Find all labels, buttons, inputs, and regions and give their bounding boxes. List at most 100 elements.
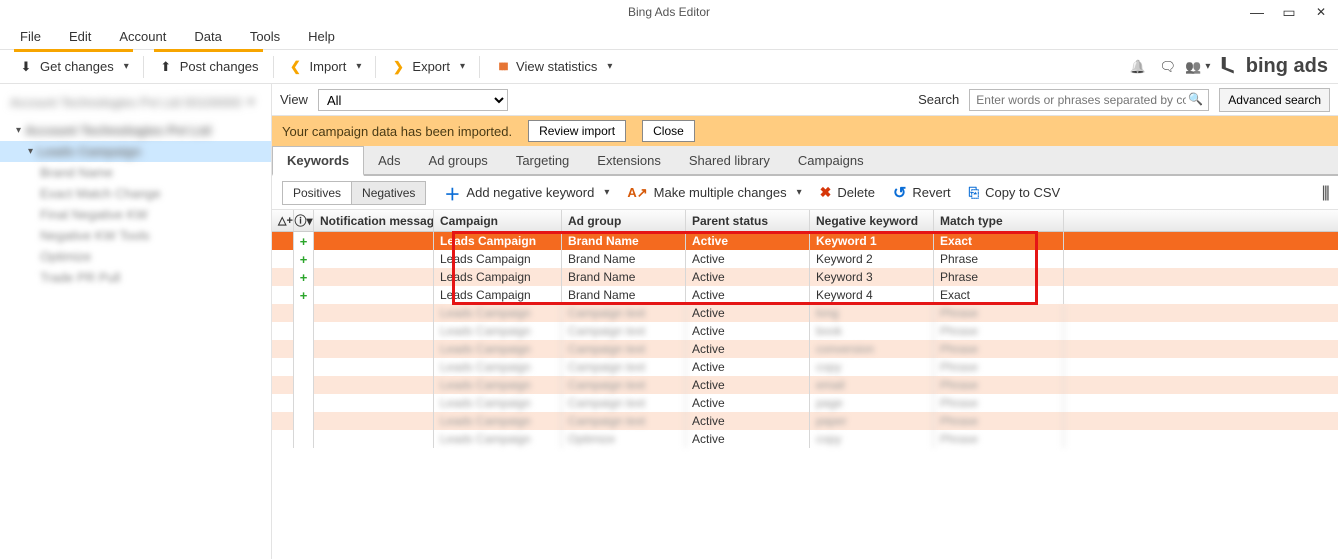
advanced-search-button[interactable]: Advanced search: [1219, 88, 1330, 112]
table-row[interactable]: +Leads CampaignBrand NameActiveKeyword 2…: [272, 250, 1338, 268]
row-parent-status: Active: [686, 394, 810, 412]
search-input[interactable]: [969, 89, 1209, 111]
row-delta: [272, 304, 294, 322]
row-notification: [314, 340, 434, 358]
col-parent-status[interactable]: Parent status: [686, 210, 810, 231]
separator: [375, 56, 376, 78]
chart-icon: [494, 59, 510, 75]
table-row[interactable]: Leads CampaignCampaign textActiveconvers…: [272, 340, 1338, 358]
window-title: Bing Ads Editor: [628, 5, 710, 19]
table-row[interactable]: Leads CampaignCampaign textActivecopyPhr…: [272, 358, 1338, 376]
row-negative-keyword: copy: [810, 430, 934, 448]
row-campaign: Leads Campaign: [434, 376, 562, 394]
table-row[interactable]: Leads CampaignCampaign textActivepaperPh…: [272, 412, 1338, 430]
account-selector[interactable]: Account Technologies Pvt Ltd 00100000▾: [0, 90, 271, 114]
window-titlebar: Bing Ads Editor — ▭ ✕: [0, 0, 1338, 24]
col-info[interactable]: ⓘ▾: [294, 210, 314, 231]
col-delta[interactable]: △+: [272, 210, 294, 231]
copy-to-csv-button[interactable]: ⎘ Copy to CSV: [969, 185, 1061, 201]
col-notification[interactable]: Notification message: [314, 210, 434, 231]
feedback-icon[interactable]: [1160, 59, 1176, 75]
menu-account[interactable]: Account: [105, 25, 180, 48]
row-negative-keyword: copy: [810, 358, 934, 376]
row-parent-status: Active: [686, 412, 810, 430]
post-changes-button[interactable]: Post changes: [148, 53, 269, 81]
export-icon: [390, 59, 406, 75]
tab-extensions[interactable]: Extensions: [583, 147, 675, 174]
row-negative-keyword: Keyword 4: [810, 286, 934, 304]
get-changes-button[interactable]: Get changes: [8, 53, 139, 81]
tree-adgroup[interactable]: Brand Name: [0, 162, 271, 183]
review-import-button[interactable]: Review import: [528, 120, 626, 142]
view-statistics-button[interactable]: View statistics: [484, 53, 622, 81]
add-negative-keyword-button[interactable]: ＋ Add negative keyword: [444, 181, 609, 205]
tree-adgroup[interactable]: Exact Match Change: [0, 183, 271, 204]
row-delta: [272, 286, 294, 304]
table-row[interactable]: +Leads CampaignBrand NameActiveKeyword 4…: [272, 286, 1338, 304]
tab-keywords[interactable]: Keywords: [272, 146, 364, 176]
col-match-type[interactable]: Match type: [934, 210, 1064, 231]
tree-adgroup[interactable]: Negative KW Tools: [0, 225, 271, 246]
search-icon[interactable]: 🔍: [1188, 92, 1203, 106]
tree-adgroup[interactable]: Final Negative KW: [0, 204, 271, 225]
import-button[interactable]: Import: [278, 53, 372, 81]
table-row[interactable]: +Leads CampaignBrand NameActiveKeyword 3…: [272, 268, 1338, 286]
row-campaign: Leads Campaign: [434, 340, 562, 358]
table-row[interactable]: Leads CampaignOptimizeActivecopyPhrase: [272, 430, 1338, 448]
menu-edit[interactable]: Edit: [55, 25, 105, 48]
table-row[interactable]: Leads CampaignCampaign textActiveemailPh…: [272, 376, 1338, 394]
positives-tab[interactable]: Positives: [283, 182, 351, 204]
tab-campaigns[interactable]: Campaigns: [784, 147, 878, 174]
table-row[interactable]: Leads CampaignCampaign textActivepagePhr…: [272, 394, 1338, 412]
menu-file[interactable]: File: [6, 25, 55, 48]
close-window-button[interactable]: ✕: [1312, 5, 1330, 19]
grid-header: △+ ⓘ▾ Notification message Campaign Ad g…: [272, 210, 1338, 232]
row-campaign: Leads Campaign: [434, 304, 562, 322]
tree-root-account[interactable]: ▾Account Technologies Pvt Ltd: [0, 120, 271, 141]
menu-help[interactable]: Help: [294, 25, 349, 48]
row-delta: [272, 232, 294, 250]
column-picker-button[interactable]: |||: [1322, 184, 1328, 202]
col-negative-keyword[interactable]: Negative keyword: [810, 210, 934, 231]
tab-ads[interactable]: Ads: [364, 147, 414, 174]
menu-data[interactable]: Data: [180, 25, 235, 48]
close-notification-button[interactable]: Close: [642, 120, 695, 142]
restore-button[interactable]: ▭: [1280, 4, 1298, 21]
notification-message: Your campaign data has been imported.: [282, 124, 512, 139]
minimize-button[interactable]: —: [1248, 4, 1266, 20]
view-select[interactable]: All: [318, 89, 508, 111]
tree-adgroup[interactable]: Optimize: [0, 246, 271, 267]
row-status-icon: [294, 394, 314, 412]
account-people-icon[interactable]: [1190, 59, 1206, 75]
export-button[interactable]: Export: [380, 53, 475, 81]
make-multiple-changes-button[interactable]: A↗ Make multiple changes: [627, 185, 801, 201]
row-parent-status: Active: [686, 322, 810, 340]
row-status-icon: [294, 340, 314, 358]
col-campaign[interactable]: Campaign: [434, 210, 562, 231]
row-match-type: Phrase: [934, 412, 1064, 430]
table-row[interactable]: Leads CampaignCampaign textActivebookPhr…: [272, 322, 1338, 340]
row-negative-keyword: email: [810, 376, 934, 394]
notifications-icon[interactable]: [1130, 59, 1146, 75]
bulk-edit-icon: A↗: [627, 185, 647, 201]
tree-campaign[interactable]: ▾Leads Campaign: [0, 141, 271, 162]
delete-button[interactable]: ✖ Delete: [820, 184, 875, 201]
table-row[interactable]: Leads CampaignCampaign textActivelongPhr…: [272, 304, 1338, 322]
tree-adgroup[interactable]: Trade PR Pull: [0, 267, 271, 288]
separator: [143, 56, 144, 78]
menu-tools[interactable]: Tools: [236, 25, 294, 48]
tab-shared-library[interactable]: Shared library: [675, 147, 784, 174]
tab-targeting[interactable]: Targeting: [502, 147, 583, 174]
table-row[interactable]: +Leads CampaignBrand NameActiveKeyword 1…: [272, 232, 1338, 250]
export-label: Export: [412, 59, 450, 74]
negatives-tab[interactable]: Negatives: [351, 182, 425, 204]
tab-ad-groups[interactable]: Ad groups: [415, 147, 502, 174]
row-delta: [272, 322, 294, 340]
row-notification: [314, 250, 434, 268]
import-label: Import: [310, 59, 347, 74]
row-campaign: Leads Campaign: [434, 322, 562, 340]
row-negative-keyword: Keyword 2: [810, 250, 934, 268]
col-ad-group[interactable]: Ad group: [562, 210, 686, 231]
row-parent-status: Active: [686, 268, 810, 286]
revert-button[interactable]: ↺ Revert: [893, 183, 951, 203]
